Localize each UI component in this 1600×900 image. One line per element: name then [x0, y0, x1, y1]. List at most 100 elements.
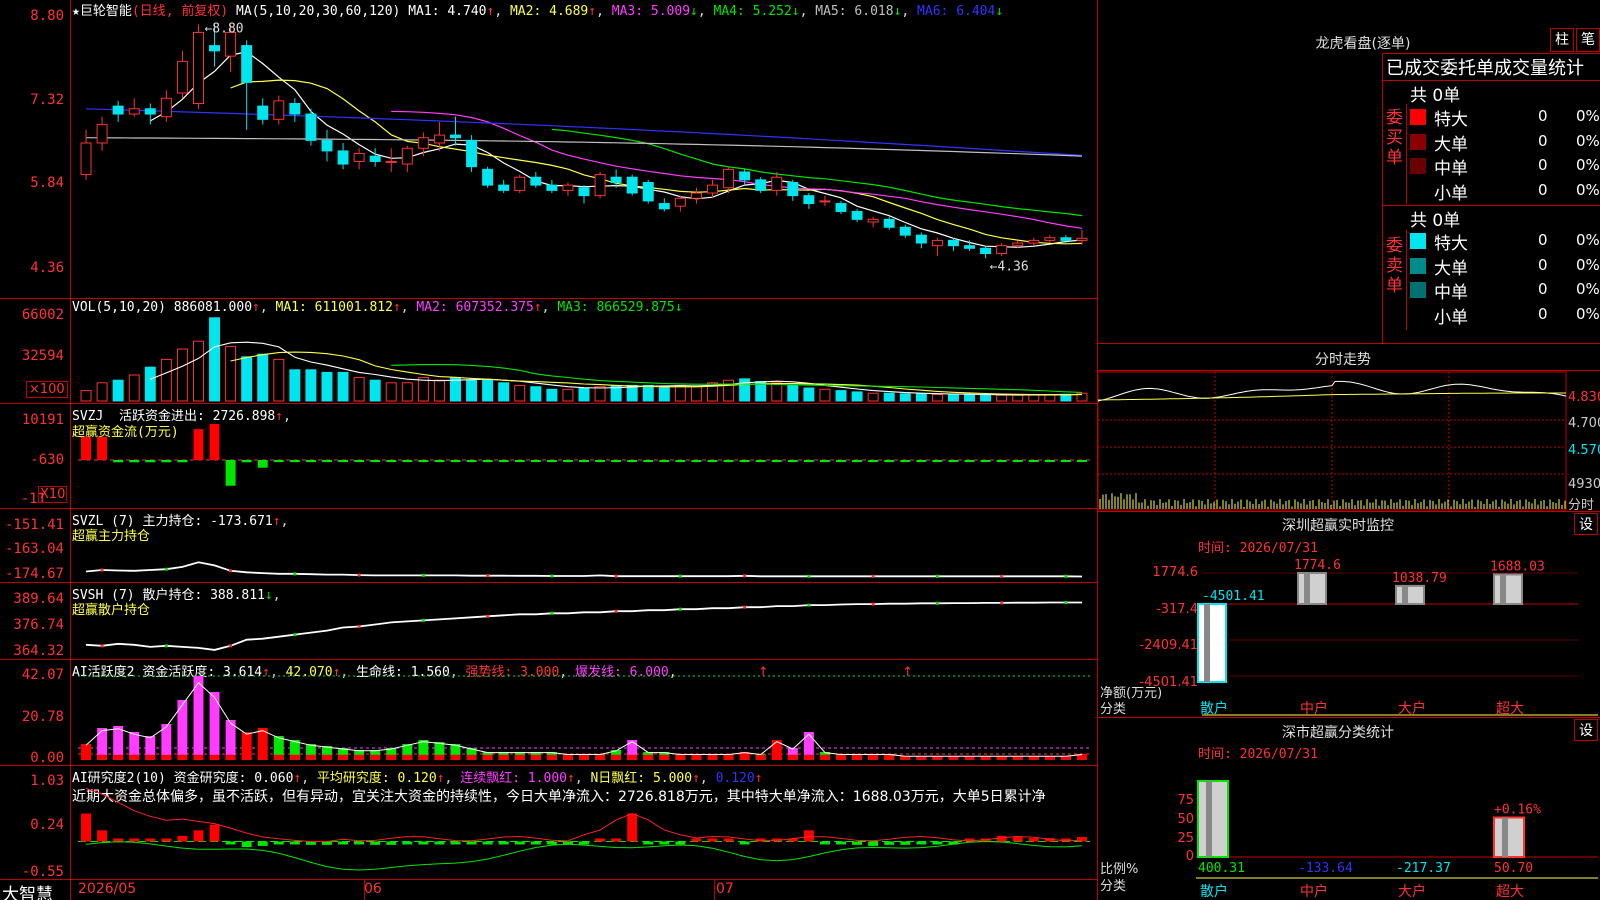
huoyue-base-bar	[145, 754, 156, 760]
candle-body	[466, 139, 478, 168]
yanjiu-bar	[900, 841, 911, 845]
svzj-bar	[948, 460, 959, 463]
huoyue-base-bar	[402, 754, 413, 760]
svzj-bar	[996, 460, 1007, 463]
svzl-line-dot	[807, 574, 811, 578]
huoyue-base-bar	[1076, 754, 1087, 760]
svzj-bar	[418, 460, 429, 463]
yanjiu-bar	[691, 838, 702, 842]
yanjiu-bar	[434, 841, 445, 845]
svzj-bar	[1060, 460, 1071, 463]
vol-bar	[674, 384, 686, 402]
candle-body	[369, 155, 381, 162]
huoyue-base-bar	[836, 754, 846, 760]
candle-body	[209, 45, 221, 52]
svzj-bar	[81, 436, 92, 460]
candle-body	[514, 176, 526, 191]
yanjiu-bar	[530, 841, 541, 845]
svsh-line-dot	[357, 625, 361, 628]
vol-bar	[385, 382, 397, 402]
huoyue-base-bar	[514, 754, 525, 760]
candle-body	[385, 160, 397, 163]
svzj-bar	[370, 460, 381, 463]
svzj-bar	[819, 460, 830, 463]
yanjiu-bar	[97, 830, 108, 842]
yanjiu-bar	[113, 838, 124, 842]
yanjiu-bar	[819, 841, 830, 845]
huoyue-base-bar	[289, 754, 300, 760]
vol-bar	[321, 371, 333, 402]
candle-body	[755, 179, 767, 191]
candle-body	[996, 245, 1008, 255]
candle-body	[450, 134, 461, 139]
svzj-bar	[675, 460, 686, 463]
yanjiu-bar	[498, 841, 509, 845]
vol-bar	[369, 379, 381, 402]
huoyue-base-bar	[659, 754, 670, 760]
svzj-bar	[113, 460, 124, 463]
yanjiu-bar	[129, 838, 140, 842]
huoyue-base-bar	[209, 754, 220, 760]
svsh-line-dot	[1064, 600, 1068, 604]
svzj-bar	[723, 460, 734, 463]
vol-bar	[803, 387, 815, 402]
svzj-bar	[514, 460, 525, 463]
huoyue-base-bar	[868, 754, 879, 760]
candle-body	[305, 113, 317, 141]
svzj-bar	[803, 460, 814, 463]
svzj-bar	[482, 460, 493, 463]
candle-body	[1044, 237, 1056, 241]
svsh-line-dot	[486, 614, 490, 618]
huoyue-base-bar	[562, 754, 573, 760]
svsh-line	[85, 601, 1082, 651]
monitor-bar-label: -4501.41	[1202, 589, 1265, 604]
svzj-bar	[1028, 460, 1039, 463]
svzj-bar	[1044, 460, 1055, 463]
monitor-bar	[1493, 573, 1523, 605]
vol-bar	[642, 384, 654, 402]
candle-body	[947, 239, 959, 247]
svzj-bar	[852, 460, 863, 463]
svzj-bar	[466, 460, 477, 463]
huoyue-base-bar	[530, 754, 541, 760]
candle-body	[417, 137, 429, 149]
svzl-line-dot	[743, 574, 747, 578]
candle-body	[337, 150, 349, 165]
yanjiu-bar	[241, 841, 252, 848]
huoyue-base-bar	[193, 754, 204, 760]
candle-body	[1076, 237, 1088, 241]
candle-body	[964, 245, 976, 249]
candle-body	[144, 108, 156, 115]
huoyue-base-bar	[852, 754, 863, 760]
yanjiu-bar	[289, 841, 300, 845]
candle-body	[1028, 239, 1040, 244]
vol-bar	[883, 392, 895, 402]
vol-bar	[851, 391, 863, 402]
svzj-bar	[498, 460, 509, 463]
huoyue-bar	[193, 676, 204, 760]
candle-body	[980, 247, 992, 255]
candle-body	[771, 176, 783, 191]
candle-body	[819, 200, 831, 203]
vol-bar	[482, 379, 494, 402]
yanjiu-bar	[209, 824, 220, 842]
huoyue-base-bar	[691, 754, 702, 760]
svzj-bar	[627, 460, 638, 463]
svzj-bar	[980, 460, 991, 463]
svzj-bar	[755, 460, 766, 463]
classify-bar-label: 400.31	[1198, 861, 1245, 876]
svzj-bar	[354, 460, 365, 463]
huoyue-base-bar	[354, 754, 365, 760]
yanjiu-bar	[370, 841, 381, 845]
candle-body	[867, 218, 879, 223]
chart-area[interactable]: ★巨轮智能(日线, 前复权) MA(5,10,20,30,60,120) MA1…	[0, 0, 1098, 900]
candle-body	[128, 108, 140, 115]
svsh-line-dot	[678, 607, 682, 611]
candle-body	[96, 124, 108, 144]
vol-bar	[771, 382, 783, 402]
huoyue-base-bar	[723, 754, 734, 760]
candle-body	[707, 184, 718, 194]
monitor-bar	[1395, 584, 1425, 605]
svzj-bar	[530, 460, 541, 463]
indicator-charts[interactable]: ←8.80 ←4.36 ↑ ↑	[0, 0, 1098, 900]
